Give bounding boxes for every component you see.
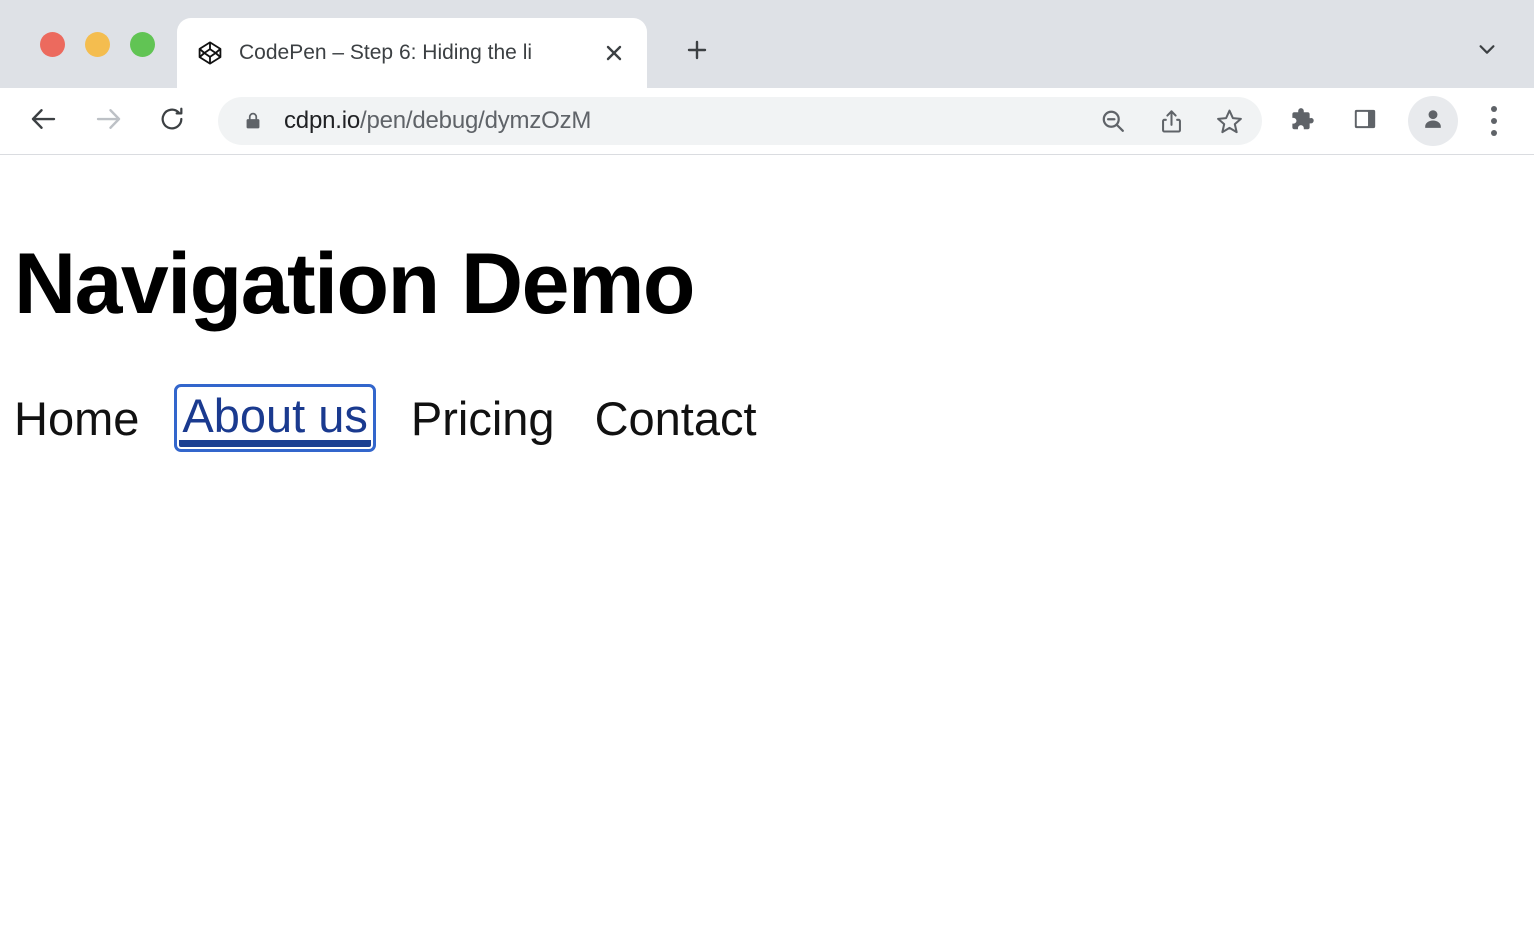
nav-link-home[interactable]: Home <box>14 394 139 443</box>
address-bar[interactable]: cdpn.io/pen/debug/dymzOzM <box>218 97 1262 145</box>
menu-dots <box>1491 106 1497 136</box>
zoom-out-icon[interactable] <box>1088 96 1138 146</box>
site-navigation: Home About us Pricing Contact <box>0 327 1534 447</box>
page-content: Navigation Demo Home About us Pricing Co… <box>0 155 1534 447</box>
browser-window: CodePen – Step 6: Hiding the li <box>0 0 1534 950</box>
back-button[interactable] <box>20 97 68 145</box>
reload-icon <box>158 105 186 138</box>
chevron-down-icon <box>1476 38 1498 65</box>
url-path: /pen/debug/dymzOzM <box>360 107 591 134</box>
three-dot-menu-icon[interactable] <box>1472 96 1516 146</box>
arrow-right-icon <box>93 104 123 139</box>
browser-toolbar: cdpn.io/pen/debug/dymzOzM <box>0 88 1534 155</box>
profile-button[interactable] <box>1408 96 1458 146</box>
plus-icon <box>685 38 709 67</box>
omnibox-actions <box>1080 96 1254 146</box>
tab-search-button[interactable] <box>1464 28 1510 74</box>
maximize-window-button[interactable] <box>130 32 155 57</box>
side-panel-icon <box>1352 106 1378 137</box>
close-window-button[interactable] <box>40 32 65 57</box>
minimize-window-button[interactable] <box>85 32 110 57</box>
nav-link-about-us[interactable]: About us <box>179 389 371 447</box>
url-text: cdpn.io/pen/debug/dymzOzM <box>284 107 1080 135</box>
page-title: Navigation Demo <box>0 155 1534 327</box>
tab-strip: CodePen – Step 6: Hiding the li <box>0 0 1534 88</box>
tab-title: CodePen – Step 6: Hiding the li <box>239 41 591 65</box>
extensions-button[interactable] <box>1276 96 1326 146</box>
forward-button[interactable] <box>84 97 132 145</box>
browser-tab-active[interactable]: CodePen – Step 6: Hiding the li <box>177 18 647 88</box>
url-domain: cdpn.io <box>284 107 360 134</box>
reload-button[interactable] <box>148 97 196 145</box>
side-panel-button[interactable] <box>1340 96 1390 146</box>
arrow-left-icon <box>29 104 59 139</box>
lock-icon[interactable] <box>240 108 266 134</box>
bookmark-star-icon[interactable] <box>1204 96 1254 146</box>
codepen-icon <box>197 40 223 66</box>
share-icon[interactable] <box>1146 96 1196 146</box>
new-tab-button[interactable] <box>669 24 725 80</box>
profile-avatar-icon <box>1420 106 1446 137</box>
close-icon[interactable] <box>597 36 631 70</box>
nav-link-pricing[interactable]: Pricing <box>411 394 555 443</box>
nav-link-contact[interactable]: Contact <box>595 394 757 443</box>
window-controls <box>0 0 177 88</box>
menu-dot <box>1491 118 1497 124</box>
extensions-puzzle-icon <box>1287 105 1315 138</box>
page-viewport: Navigation Demo Home About us Pricing Co… <box>0 155 1534 950</box>
menu-dot <box>1491 106 1497 112</box>
menu-dot <box>1491 130 1497 136</box>
